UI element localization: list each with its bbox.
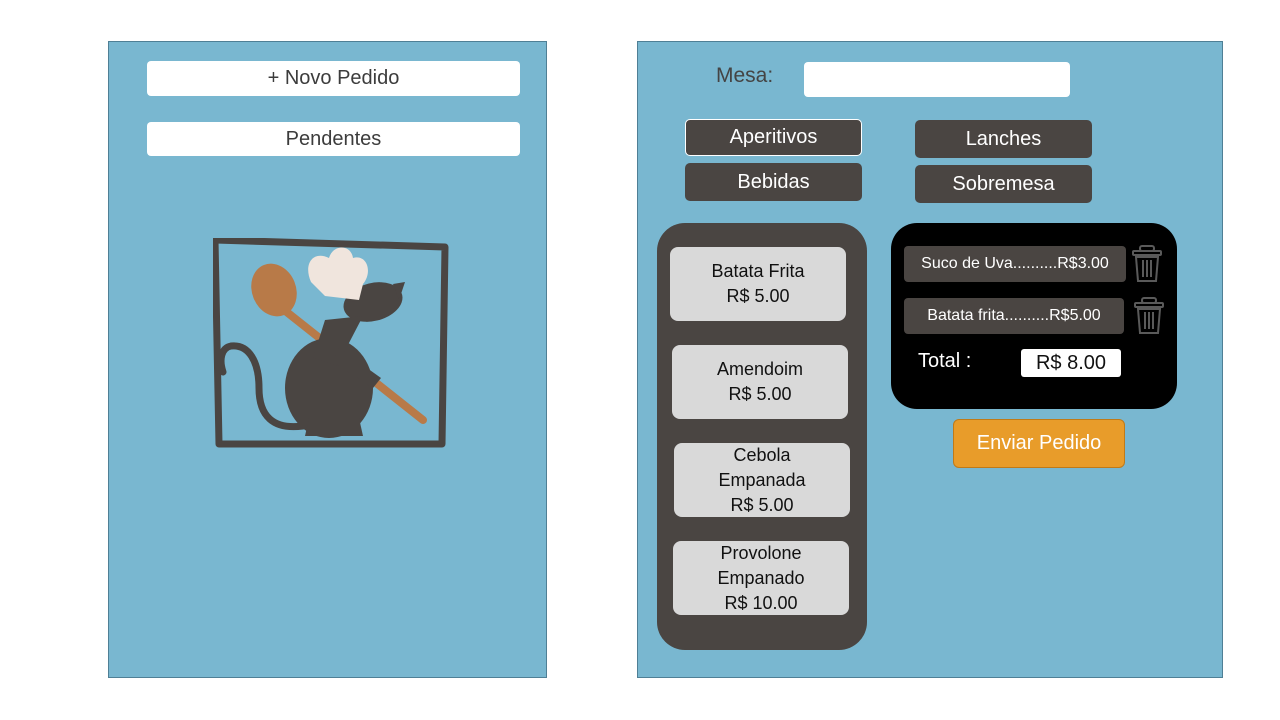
- menu-list: Batata Frita R$ 5.00 Amendoim R$ 5.00 Ce…: [657, 223, 867, 650]
- menu-item-provolone-empanado[interactable]: Provolone Empanado R$ 10.00: [673, 541, 849, 615]
- total-label: Total :: [918, 350, 972, 372]
- menu-item-name-line2: Empanado: [717, 567, 805, 588]
- menu-item-price: R$ 5.00: [730, 494, 794, 515]
- menu-item-price: R$ 5.00: [726, 286, 790, 306]
- table-label: Mesa:: [716, 64, 774, 87]
- send-order-button[interactable]: Enviar Pedido: [953, 419, 1125, 468]
- chef-rat-logo: [213, 238, 449, 448]
- menu-item-batata-frita[interactable]: Batata Frita R$ 5.00: [670, 247, 846, 321]
- right-panel: Mesa: Aperitivos Lanches Bebidas Sobreme…: [637, 41, 1223, 678]
- menu-item-name: Amendoim: [716, 359, 804, 379]
- menu-item-name: Batata Frita: [711, 261, 805, 281]
- menu-item-name-line2: Empanada: [718, 469, 806, 490]
- trash-icon[interactable]: [1131, 245, 1163, 283]
- menu-item-price: R$ 10.00: [724, 592, 798, 613]
- tab-desserts[interactable]: Sobremesa: [915, 165, 1092, 203]
- menu-item-name-line1: Cebola: [733, 444, 791, 465]
- menu-item-amendoim[interactable]: Amendoim R$ 5.00: [672, 345, 848, 419]
- order-item-batata-frita: Batata frita..........R$5.00: [904, 298, 1124, 334]
- menu-item-price: R$ 5.00: [728, 384, 792, 404]
- order-summary: Suco de Uva..........R$3.00 Batata frita…: [891, 223, 1177, 409]
- order-item-suco-de-uva: Suco de Uva..........R$3.00: [904, 246, 1126, 282]
- menu-item-name-line1: Provolone: [720, 542, 802, 563]
- total-value: R$ 8.00: [1021, 349, 1121, 377]
- table-input[interactable]: [804, 62, 1070, 97]
- pending-button[interactable]: Pendentes: [147, 122, 520, 156]
- tab-appetizers[interactable]: Aperitivos: [685, 119, 862, 156]
- left-panel: + Novo Pedido Pendentes: [108, 41, 547, 678]
- trash-icon[interactable]: [1133, 297, 1165, 335]
- tab-snacks[interactable]: Lanches: [915, 120, 1092, 158]
- menu-item-cebola-empanada[interactable]: Cebola Empanada R$ 5.00: [674, 443, 850, 517]
- new-order-button[interactable]: + Novo Pedido: [147, 61, 520, 96]
- tab-drinks[interactable]: Bebidas: [685, 163, 862, 201]
